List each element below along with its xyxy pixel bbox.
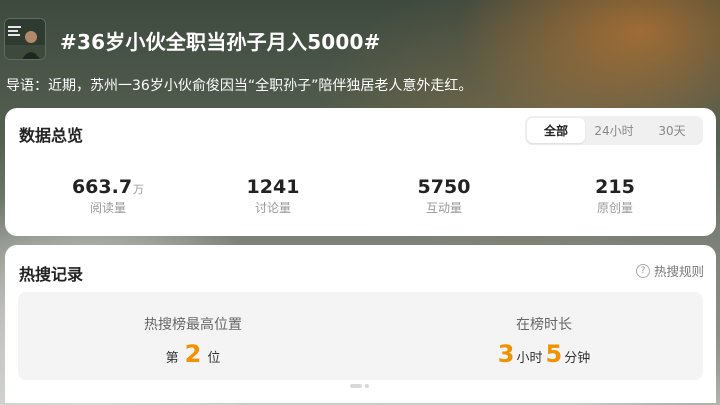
record-box: 热搜榜最高位置 第 2 位 在榜时长 3 小时 5 分钟 bbox=[18, 292, 703, 380]
tab-all[interactable]: 全部 bbox=[527, 118, 585, 143]
stat-discussions: 1241 讨论量 bbox=[213, 176, 333, 216]
hot-rules-label: 热搜规则 bbox=[653, 264, 704, 279]
duration-minutes-unit: 分钟 bbox=[564, 351, 591, 366]
duration-label: 在榜时长 bbox=[516, 317, 572, 333]
duration-hours: 3 bbox=[497, 340, 515, 368]
duration-hours-unit: 小时 bbox=[516, 351, 543, 366]
stat-interactions-value: 5750 bbox=[417, 176, 471, 198]
tab-30d[interactable]: 30天 bbox=[643, 118, 701, 143]
stat-original-value: 215 bbox=[595, 176, 635, 198]
stat-reads-unit: 万 bbox=[133, 183, 145, 196]
stat-reads-label: 阅读量 bbox=[89, 201, 126, 215]
topic-intro: 导语：近期，苏州一36岁小伙俞俊因当“全职孙子”陪伴独居老人意外走红。 bbox=[6, 78, 473, 94]
peak-value: 2 bbox=[184, 340, 202, 368]
on-list-duration: 在榜时长 3 小时 5 分钟 bbox=[394, 292, 694, 368]
stat-original: 215 原创量 bbox=[555, 176, 675, 216]
stat-interactions-label: 互动量 bbox=[425, 201, 462, 215]
hot-record-title: 热搜记录 bbox=[19, 265, 84, 284]
peak-suffix: 位 bbox=[207, 351, 221, 366]
topic-header: #36岁小伙全职当孙子月入5000# 导语：近期，苏州一36岁小伙俞俊因当“全职… bbox=[0, 0, 720, 100]
stat-interactions: 5750 互动量 bbox=[384, 176, 504, 216]
stats-row: 663.7万 阅读量 1241 讨论量 5750 互动量 215 原创量 bbox=[5, 176, 716, 220]
stat-reads-value: 663.7 bbox=[71, 176, 133, 198]
topic-title: #36岁小伙全职当孙子月入5000# bbox=[60, 30, 381, 54]
time-range-tabs: 全部 24小时 30天 bbox=[525, 116, 703, 145]
tab-24h[interactable]: 24小时 bbox=[585, 118, 643, 143]
avatar-image bbox=[5, 19, 45, 59]
stat-original-label: 原创量 bbox=[596, 201, 633, 215]
stat-discussions-label: 讨论量 bbox=[254, 201, 291, 215]
peak-prefix: 第 bbox=[165, 351, 179, 366]
page-indicator bbox=[350, 384, 374, 390]
hot-rules-link[interactable]: ? 热搜规则 bbox=[635, 261, 704, 280]
hot-record-card: 热搜记录 ? 热搜规则 热搜榜最高位置 第 2 位 在榜时长 3 小时 5 分钟 bbox=[5, 245, 716, 403]
overview-card: 数据总览 全部 24小时 30天 663.7万 阅读量 1241 讨论量 575… bbox=[5, 108, 716, 236]
stat-discussions-value: 1241 bbox=[246, 176, 300, 198]
topic-avatar[interactable] bbox=[4, 18, 46, 60]
duration-minutes: 5 bbox=[545, 340, 563, 368]
peak-position: 热搜榜最高位置 第 2 位 bbox=[43, 292, 343, 368]
stat-reads: 663.7万 阅读量 bbox=[48, 176, 168, 216]
question-icon: ? bbox=[635, 263, 650, 278]
page-dot bbox=[365, 384, 369, 388]
overview-title: 数据总览 bbox=[19, 126, 84, 145]
peak-position-label: 热搜榜最高位置 bbox=[144, 317, 242, 333]
page-dot-active bbox=[350, 384, 362, 388]
